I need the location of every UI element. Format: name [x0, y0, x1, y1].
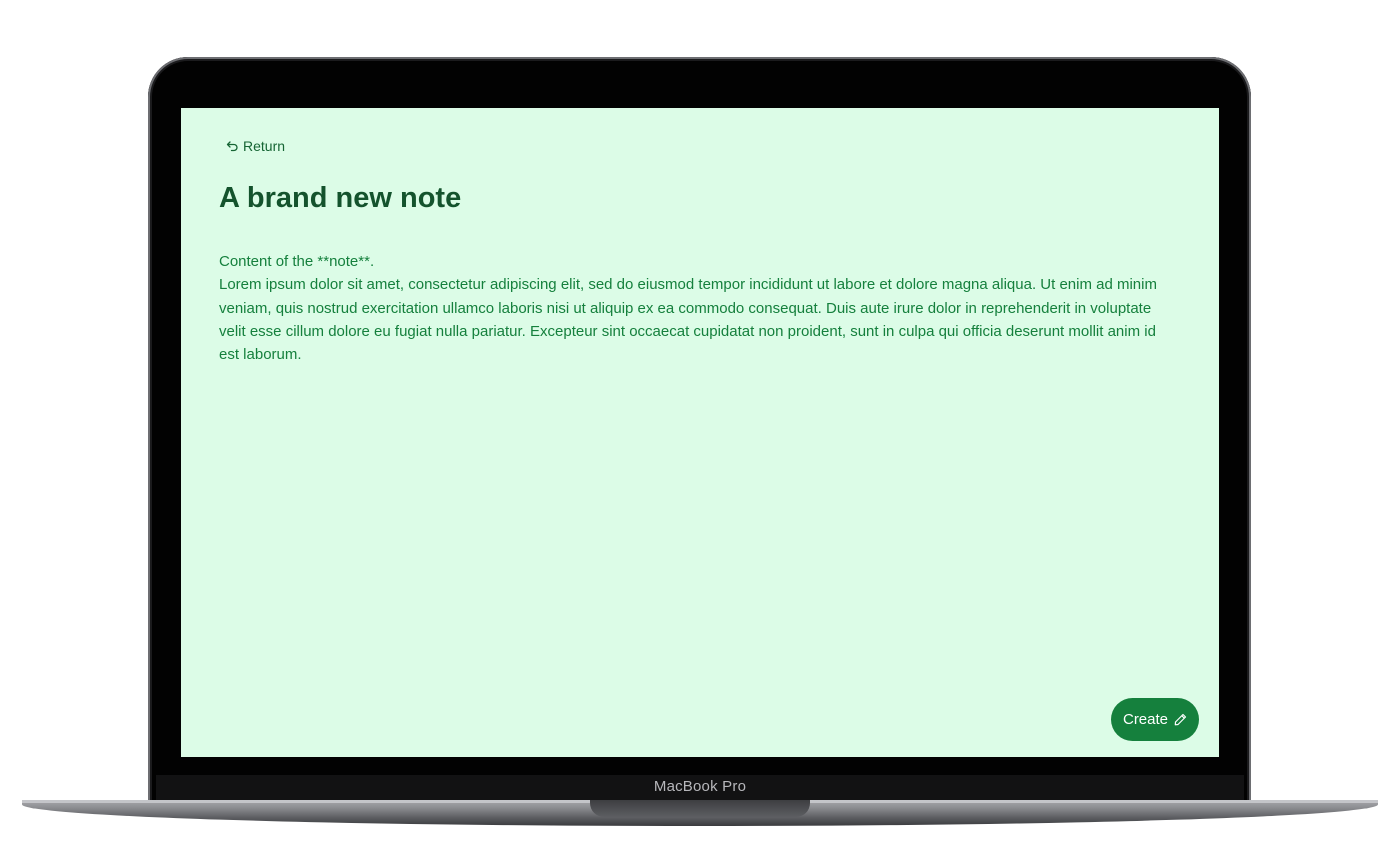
pencil-icon	[1174, 713, 1187, 726]
device-label: MacBook Pro	[653, 778, 747, 795]
note-title[interactable]: A brand new note	[219, 182, 461, 215]
note-content-first-line: Content of the **note**.	[219, 253, 375, 270]
return-arrow-icon	[226, 140, 239, 152]
create-button-label: Create	[1122, 711, 1169, 728]
create-button[interactable]: Create	[1111, 698, 1199, 741]
note-content-editor[interactable]: Content of the **note**. Lorem ipsum dol…	[219, 250, 1179, 366]
laptop-notch	[590, 800, 810, 817]
return-label: Return	[243, 138, 286, 154]
return-link[interactable]: Return	[226, 138, 285, 154]
note-content-body: Lorem ipsum dolor sit amet, consectetur …	[219, 276, 1157, 364]
laptop-mockup: MacBook Pro Return A brand new note Cont…	[0, 0, 1400, 866]
app-screen: Return A brand new note Content of the *…	[181, 108, 1219, 757]
